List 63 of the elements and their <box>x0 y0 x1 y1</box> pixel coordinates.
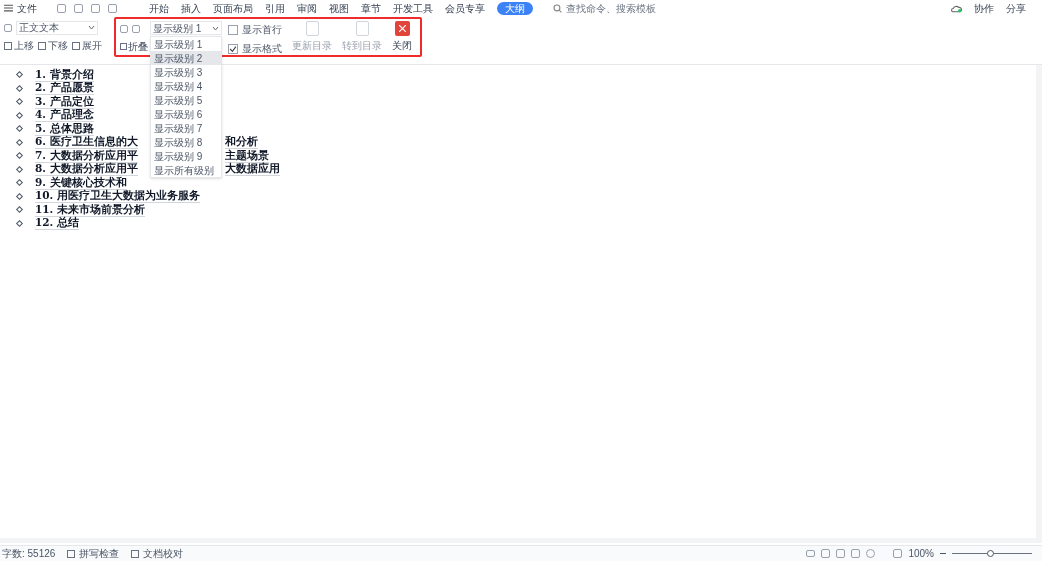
menu-tab[interactable]: 大纲 <box>497 1 533 15</box>
search-field[interactable]: 查找命令、搜索模板 <box>553 0 656 16</box>
menu-tab[interactable]: 插入 <box>181 0 201 16</box>
menu-tab[interactable]: 章节 <box>361 0 381 16</box>
dropdown-item[interactable]: 显示级别 2 <box>151 51 221 65</box>
menu-tab[interactable]: 引用 <box>265 0 285 16</box>
cloud-icon[interactable] <box>951 3 962 13</box>
heading-text[interactable]: 主题场景 <box>225 148 269 163</box>
outline-button[interactable]: 展开 <box>72 38 102 53</box>
dropdown-item[interactable]: 显示级别 1 <box>151 37 221 51</box>
vertical-scrollbar[interactable] <box>1036 65 1042 538</box>
status-button[interactable]: 拼写检查 <box>67 546 120 561</box>
search-icon <box>553 3 562 13</box>
header-button[interactable]: 协作 <box>974 0 994 16</box>
dropdown-item[interactable]: 显示级别 7 <box>151 121 221 135</box>
outline-button[interactable]: 折叠 <box>120 39 150 54</box>
heading-text[interactable]: 7. 大数据分析应用平 <box>35 148 138 163</box>
file-menu[interactable]: 文件 <box>17 0 37 16</box>
header-button[interactable]: 分享 <box>1006 0 1026 16</box>
heading-text[interactable]: 8. 大数据分析应用平 <box>35 162 138 177</box>
caret-icon <box>212 25 219 31</box>
dropdown-item[interactable]: 显示级别 3 <box>151 65 221 79</box>
checkbox-label: 显示首行 <box>242 23 282 37</box>
word-count[interactable]: 字数: 55126 <box>2 546 56 561</box>
menu-tab[interactable]: 开发工具 <box>393 0 433 16</box>
heading-text[interactable]: 5. 总体思路 <box>35 121 94 136</box>
checkbox-label: 显示格式 <box>242 42 282 56</box>
outline-button[interactable]: 下移 <box>38 38 68 53</box>
menu-tab[interactable]: 页面布局 <box>213 0 253 16</box>
menu-tab[interactable]: 会员专享 <box>445 0 485 16</box>
heading-text[interactable]: 6. 医疗卫生信息的大 <box>35 135 138 150</box>
heading-text[interactable]: 3. 产品定位 <box>35 94 94 109</box>
checkbox[interactable]: 显示首行 <box>228 22 282 37</box>
menu-tab[interactable]: 视图 <box>329 0 349 16</box>
style-select[interactable]: 正文文本 <box>16 20 98 35</box>
heading-text[interactable]: 和分析 <box>225 135 258 150</box>
dropdown-item[interactable]: 显示所有级别 <box>151 163 221 177</box>
heading-text[interactable]: 2. 产品愿景 <box>35 81 94 96</box>
check-icon <box>229 44 237 53</box>
dropdown-item[interactable]: 显示级别 4 <box>151 79 221 93</box>
slider-thumb[interactable] <box>987 550 995 557</box>
heading-text[interactable]: 大数据应用 <box>225 162 280 177</box>
menu-tab[interactable]: 开始 <box>149 0 169 16</box>
close-icon <box>394 21 410 36</box>
outline-button[interactable]: 上移 <box>4 38 34 53</box>
dropdown-item[interactable]: 显示级别 9 <box>151 149 221 163</box>
ribbon-button[interactable]: 关闭 <box>392 21 412 55</box>
menu-tab[interactable]: 审阅 <box>297 0 317 16</box>
dropdown-item[interactable]: 显示级别 6 <box>151 107 221 121</box>
heading-text[interactable]: 9. 关键核心技术和 <box>35 175 127 190</box>
level-select[interactable]: 显示级别 1 <box>150 21 222 35</box>
dropdown-item[interactable]: 显示级别 5 <box>151 93 221 107</box>
menu-icon[interactable] <box>4 4 13 12</box>
checkbox[interactable]: 显示格式 <box>228 41 282 56</box>
heading-text[interactable]: 11. 未来市场前景分析 <box>35 202 145 217</box>
heading-text[interactable]: 4. 产品理念 <box>35 108 94 123</box>
heading-text[interactable]: 1. 背景介绍 <box>35 67 94 82</box>
dropdown-item[interactable]: 显示级别 8 <box>151 135 221 149</box>
zoom-level[interactable]: 100% <box>908 546 934 561</box>
status-button[interactable]: 文档校对 <box>131 546 184 561</box>
caret-icon <box>88 25 95 30</box>
heading-text[interactable]: 12. 总结 <box>35 216 79 231</box>
heading-text[interactable]: 10. 用医疗卫生大数据为业务服务 <box>35 189 200 204</box>
